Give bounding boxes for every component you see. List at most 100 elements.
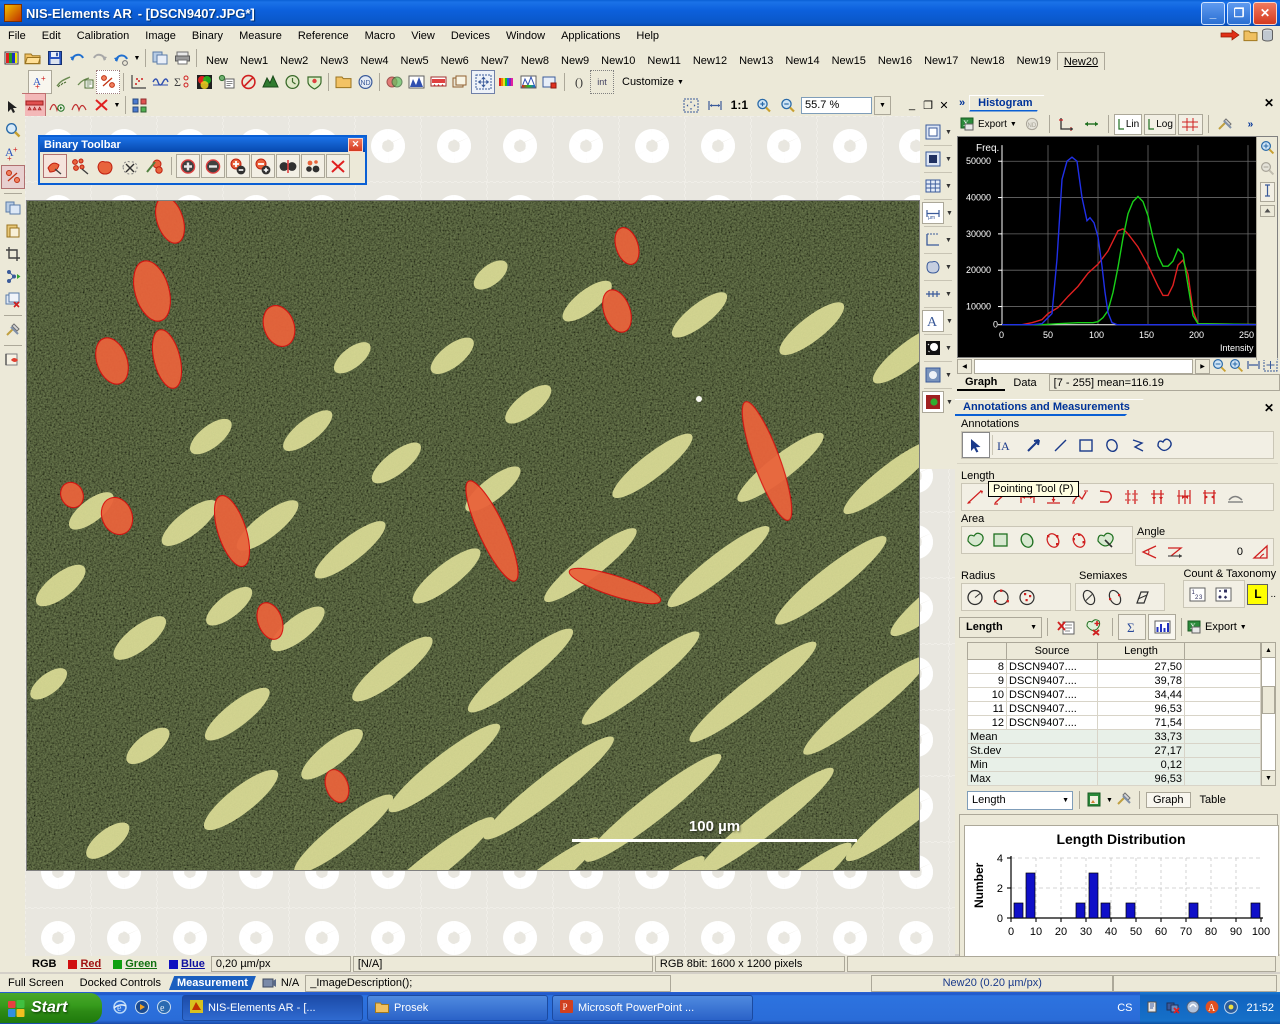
undo-dropdown-caret[interactable]: ▼ <box>132 47 142 69</box>
histogram-fit-all-icon[interactable] <box>1263 358 1278 375</box>
doc-tab-new15[interactable]: New15 <box>826 52 872 70</box>
layout-tab-docked-controls[interactable]: Docked Controls <box>72 976 169 990</box>
tray-antivirus-icon[interactable]: A <box>1205 1000 1219 1017</box>
taxonomy-more-button[interactable]: .. <box>1270 589 1276 600</box>
doc-tab-new2[interactable]: New2 <box>274 52 314 70</box>
col-index[interactable] <box>967 642 1007 660</box>
sum-objects-icon[interactable]: Σ <box>171 71 193 93</box>
delete-layer-icon[interactable] <box>2 289 24 311</box>
microscopy-image[interactable] <box>27 201 919 870</box>
doc-tab-new16[interactable]: New16 <box>872 52 918 70</box>
axes-overlay-icon[interactable] <box>923 230 943 250</box>
semiaxes-ellipse-icon[interactable] <box>1076 585 1102 609</box>
doc-tab-new[interactable]: New <box>200 52 234 70</box>
menu-item-reference[interactable]: Reference <box>290 28 357 44</box>
measurement-chart-icon[interactable] <box>1148 614 1176 640</box>
area-ellipse-icon[interactable] <box>1014 528 1040 552</box>
binary-toolbar-titlebar[interactable]: Binary Toolbar ✕ <box>40 137 365 152</box>
microscopy-image-viewport[interactable]: 100 µm <box>26 200 920 871</box>
export-annotation-icon[interactable] <box>2 349 24 371</box>
polyline-annotation-icon[interactable] <box>1125 433 1151 457</box>
col-empty[interactable] <box>1184 642 1261 660</box>
count-numbers-icon[interactable]: 123 <box>1184 582 1210 606</box>
fill-binary-icon[interactable] <box>93 154 117 178</box>
zoom-value-field[interactable]: 55.7 % <box>801 96 872 114</box>
binary-view-caret[interactable]: ▼ <box>945 156 952 163</box>
object-list-icon[interactable] <box>215 71 237 93</box>
layout-tab-full-screen[interactable]: Full Screen <box>0 976 72 990</box>
histogram-scroll-right-icon[interactable]: ▶ <box>1195 358 1210 374</box>
histogram-scroll-track[interactable] <box>974 358 1193 374</box>
scatter-plot-icon[interactable] <box>127 71 149 93</box>
freehand-annotation-icon[interactable] <box>1151 433 1177 457</box>
table-row[interactable]: 10 DSCN9407.... 34,44 <box>967 687 1261 702</box>
table-scroll-up-icon[interactable]: ▲ <box>1261 642 1276 658</box>
spectrum-icon[interactable] <box>495 71 517 93</box>
layers-icon[interactable] <box>449 71 471 93</box>
delete-binary-icon[interactable] <box>326 154 350 178</box>
threshold-range-icon[interactable] <box>22 93 46 117</box>
print-icon[interactable] <box>171 47 193 69</box>
measurement-table[interactable]: Source Length 8 DSCN9407.... 27,50 9 DSC… <box>967 642 1261 786</box>
radius-three-point-icon[interactable] <box>988 585 1014 609</box>
doc-tab-new11[interactable]: New11 <box>641 52 686 70</box>
area-rectangle-icon[interactable] <box>988 528 1014 552</box>
binary-toolbar-window[interactable]: Binary Toolbar ✕ <box>38 135 367 185</box>
time-measure-icon[interactable] <box>281 71 303 93</box>
folder-icon[interactable] <box>1243 28 1258 45</box>
binary-view-icon[interactable] <box>923 149 943 169</box>
separate-objects-icon[interactable] <box>276 154 300 178</box>
internet-explorer-icon[interactable]: e <box>112 999 128 1018</box>
menu-item-file[interactable]: File <box>0 28 34 44</box>
contrast-icon[interactable] <box>923 338 943 358</box>
doc-tab-new18[interactable]: New18 <box>964 52 1010 70</box>
histogram-lin-button[interactable]: Lin <box>1113 113 1143 135</box>
histogram-panel-close-icon[interactable]: ✕ <box>1264 96 1280 110</box>
start-button[interactable]: Start <box>0 993 102 1023</box>
chart-options-icon[interactable] <box>1116 791 1133 810</box>
line-annotation-icon[interactable] <box>1047 433 1073 457</box>
media-player-icon[interactable] <box>134 999 150 1018</box>
roi-rectangle-icon[interactable] <box>923 122 943 142</box>
angle-to-axis-icon[interactable] <box>1162 540 1188 564</box>
histogram-scroll-up-icon[interactable] <box>1259 205 1275 220</box>
arrow-annotation-icon[interactable] <box>1021 433 1047 457</box>
zoom-ratio-label[interactable]: 1:1 <box>728 98 751 112</box>
histogram-zoom-out-icon[interactable] <box>1260 161 1275 179</box>
col-source[interactable]: Source <box>1006 642 1098 660</box>
task-powerpoint[interactable]: P Microsoft PowerPoint ... <box>552 995 753 1021</box>
area-freehand-icon[interactable] <box>962 528 988 552</box>
magnifier-tool-icon[interactable] <box>2 119 24 141</box>
measurement-overlay-icon[interactable] <box>923 284 943 304</box>
customize-menu[interactable]: Customize ▼ <box>614 76 684 88</box>
histogram-log-button[interactable]: Log <box>1144 113 1176 135</box>
remove-object-icon[interactable] <box>201 154 225 178</box>
measurement-table-scrollbar[interactable]: ▲ ▼ <box>1261 642 1276 786</box>
roi-freeform-caret[interactable]: ▼ <box>945 264 952 271</box>
menu-item-devices[interactable]: Devices <box>443 28 498 44</box>
doc-tab-new12[interactable]: New12 <box>687 52 733 70</box>
radius-circle-icon[interactable] <box>962 585 988 609</box>
signal-wave-icon[interactable] <box>149 71 171 93</box>
histogram-export-button[interactable]: X Export ▼ <box>958 115 1019 134</box>
tray-network-disconnected-icon[interactable] <box>1166 1000 1181 1017</box>
channel-tab-blue[interactable]: Blue <box>163 958 211 970</box>
table-row[interactable]: 11 DSCN9407.... 96,53 <box>967 701 1261 716</box>
copy-tool-icon[interactable] <box>2 197 24 219</box>
histogram-autoscale-icon[interactable] <box>1055 115 1078 134</box>
grow-binary-icon[interactable] <box>143 154 167 178</box>
binary-edit-tool-icon[interactable] <box>0 165 25 189</box>
doc-tab-new3[interactable]: New3 <box>314 52 354 70</box>
doc-tab-new13[interactable]: New13 <box>733 52 779 70</box>
histogram-scrollbar[interactable]: ◀ ▶ <box>955 358 1280 374</box>
annotations-panel-tab[interactable]: Annotations and Measurements <box>955 399 1144 416</box>
histogram-panel-tab[interactable]: Histogram <box>969 94 1045 112</box>
text-overlay-caret[interactable]: ▼ <box>946 318 953 325</box>
doc-tab-new7[interactable]: New7 <box>475 52 515 70</box>
length-distribution-chart[interactable]: Length Distribution Number 4 2 0 0 10 20… <box>964 825 1279 957</box>
histogram-fit-horizontal-icon[interactable] <box>1246 358 1261 375</box>
measurement-export-caret[interactable]: ▼ <box>1240 624 1247 631</box>
length-parallel-down-icon[interactable] <box>1144 485 1170 509</box>
measure-length-icon[interactable] <box>52 71 74 93</box>
channel-tab-green[interactable]: Green <box>107 958 163 970</box>
